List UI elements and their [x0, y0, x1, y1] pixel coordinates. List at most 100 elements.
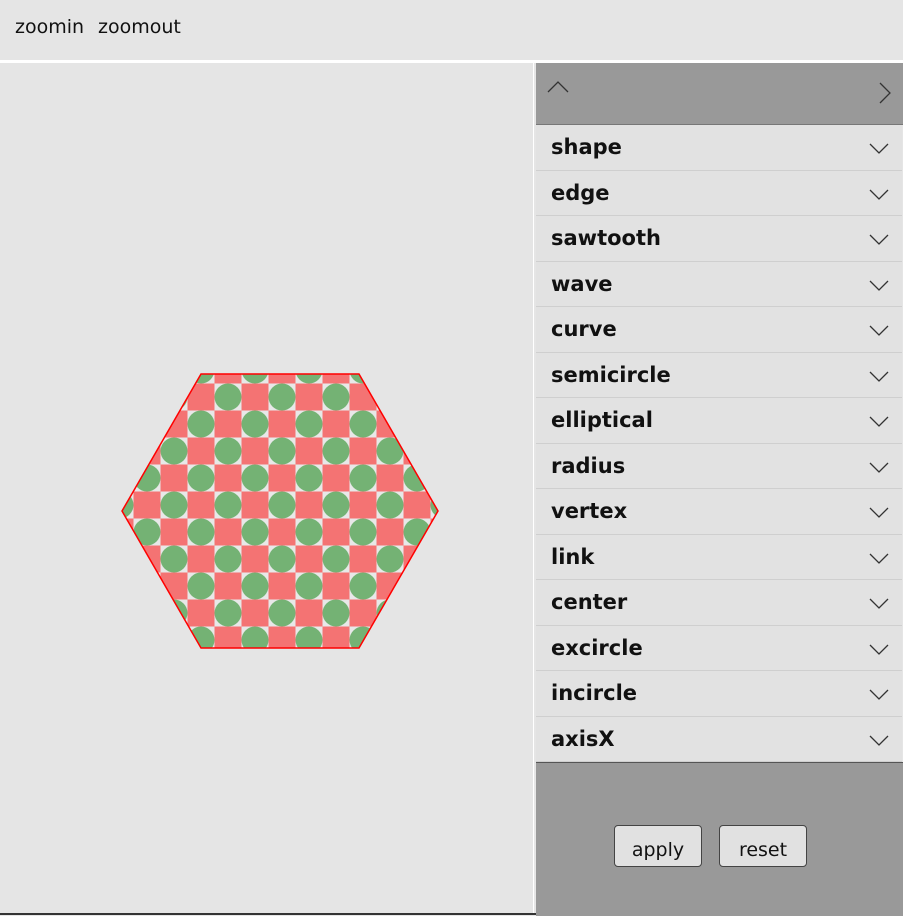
list-item[interactable]: edge	[536, 171, 902, 216]
list-item[interactable]: excircle	[536, 626, 902, 671]
chevron-down-icon[interactable]	[868, 141, 890, 155]
list-item[interactable]: wave	[536, 262, 902, 307]
pattern-square	[268, 626, 296, 648]
pattern-square	[376, 518, 404, 546]
pattern-circle	[187, 464, 215, 492]
pattern-circle	[322, 599, 350, 627]
chevron-down-icon[interactable]	[868, 596, 890, 610]
chevron-down-icon[interactable]	[868, 278, 890, 292]
zoomout-button[interactable]: zoomout	[98, 16, 181, 38]
pattern-square	[133, 491, 161, 519]
pattern-circle	[133, 518, 161, 546]
pattern-circle	[430, 599, 438, 627]
chevron-down-icon[interactable]	[868, 505, 890, 519]
pattern-circle	[322, 545, 350, 573]
pattern-circle	[160, 383, 188, 411]
chevron-down-icon[interactable]	[868, 687, 890, 701]
pattern-circle	[241, 464, 269, 492]
pattern-circle	[241, 518, 269, 546]
pattern-square	[241, 491, 269, 519]
pattern-circle	[107, 654, 134, 681]
list-item[interactable]: incircle	[536, 671, 902, 717]
pattern-circle	[322, 491, 350, 519]
list-item[interactable]: curve	[536, 307, 902, 353]
pattern-square	[122, 410, 134, 438]
pattern-square	[133, 545, 161, 573]
chevron-down-icon[interactable]	[868, 414, 890, 428]
pattern-square	[187, 545, 215, 573]
pattern-circle	[214, 437, 242, 465]
pattern-square	[134, 654, 161, 681]
pattern-square	[295, 599, 323, 627]
pattern-square	[350, 654, 377, 681]
list-item[interactable]: semicircle	[536, 353, 902, 398]
list-item[interactable]: link	[536, 535, 902, 580]
pattern-square	[349, 491, 377, 519]
panel-footer: apply reset	[536, 762, 903, 916]
pattern-square	[403, 491, 431, 519]
pattern-square	[322, 626, 350, 648]
pattern-circle	[295, 410, 323, 438]
pattern-square	[376, 626, 404, 648]
pattern-circle	[376, 491, 404, 519]
chevron-down-icon[interactable]	[868, 187, 890, 201]
chevron-down-icon[interactable]	[868, 642, 890, 656]
pattern-circle	[161, 654, 188, 681]
chevron-down-icon[interactable]	[868, 369, 890, 383]
pattern-square	[268, 572, 296, 600]
pattern-circle	[122, 545, 134, 573]
chevron-down-icon[interactable]	[868, 733, 890, 747]
pattern-square	[322, 410, 350, 438]
pattern-square	[376, 464, 404, 492]
pattern-circle	[430, 545, 438, 573]
pattern-circle	[214, 599, 242, 627]
pattern-circle	[122, 383, 134, 411]
pattern-circle	[295, 518, 323, 546]
chevron-down-icon[interactable]	[868, 232, 890, 246]
chevron-right-icon[interactable]	[878, 81, 892, 105]
pattern-circle	[122, 437, 134, 465]
list-item[interactable]: shape	[536, 125, 902, 171]
pattern-square	[376, 410, 404, 438]
pattern-circle	[268, 437, 296, 465]
pattern-square	[430, 626, 438, 648]
list-item[interactable]: radius	[536, 444, 902, 489]
pattern-square	[403, 599, 431, 627]
pattern-circle	[122, 599, 134, 627]
pattern-square	[295, 437, 323, 465]
pattern-circle	[376, 383, 404, 411]
pattern-circle	[187, 572, 215, 600]
pattern-circle	[268, 383, 296, 411]
pattern-circle	[430, 437, 438, 465]
pattern-circle	[215, 654, 242, 681]
list-item[interactable]: elliptical	[536, 398, 902, 444]
pattern-square	[160, 626, 188, 648]
pattern-circle	[403, 464, 431, 492]
chevron-down-icon[interactable]	[868, 460, 890, 474]
pattern-square	[187, 383, 215, 411]
pattern-square	[214, 410, 242, 438]
list-item[interactable]: vertex	[536, 489, 902, 535]
apply-button[interactable]: apply	[614, 825, 702, 867]
reset-button[interactable]: reset	[719, 825, 807, 867]
pattern-square	[122, 464, 134, 492]
chevron-up-icon[interactable]	[546, 79, 570, 95]
list-item-label: axisX	[551, 726, 615, 751]
list-item[interactable]: center	[536, 580, 902, 626]
pattern-circle	[376, 599, 404, 627]
pattern-square	[241, 437, 269, 465]
pattern-circle	[295, 626, 323, 648]
pattern-square	[241, 599, 269, 627]
pattern-square	[322, 518, 350, 546]
chevron-down-icon[interactable]	[868, 323, 890, 337]
pattern-circle	[349, 410, 377, 438]
chevron-down-icon[interactable]	[868, 551, 890, 565]
pattern-circle	[241, 572, 269, 600]
list-item[interactable]: axisX	[536, 717, 902, 762]
pattern-circle	[133, 626, 161, 648]
zoomin-button[interactable]: zoomin	[15, 16, 84, 38]
list-item[interactable]: sawtooth	[536, 216, 902, 262]
drawing-canvas[interactable]	[0, 63, 534, 915]
list-item-label: radius	[551, 453, 626, 478]
property-list[interactable]: shape edge sawtooth wave curve semicircl…	[536, 125, 902, 823]
